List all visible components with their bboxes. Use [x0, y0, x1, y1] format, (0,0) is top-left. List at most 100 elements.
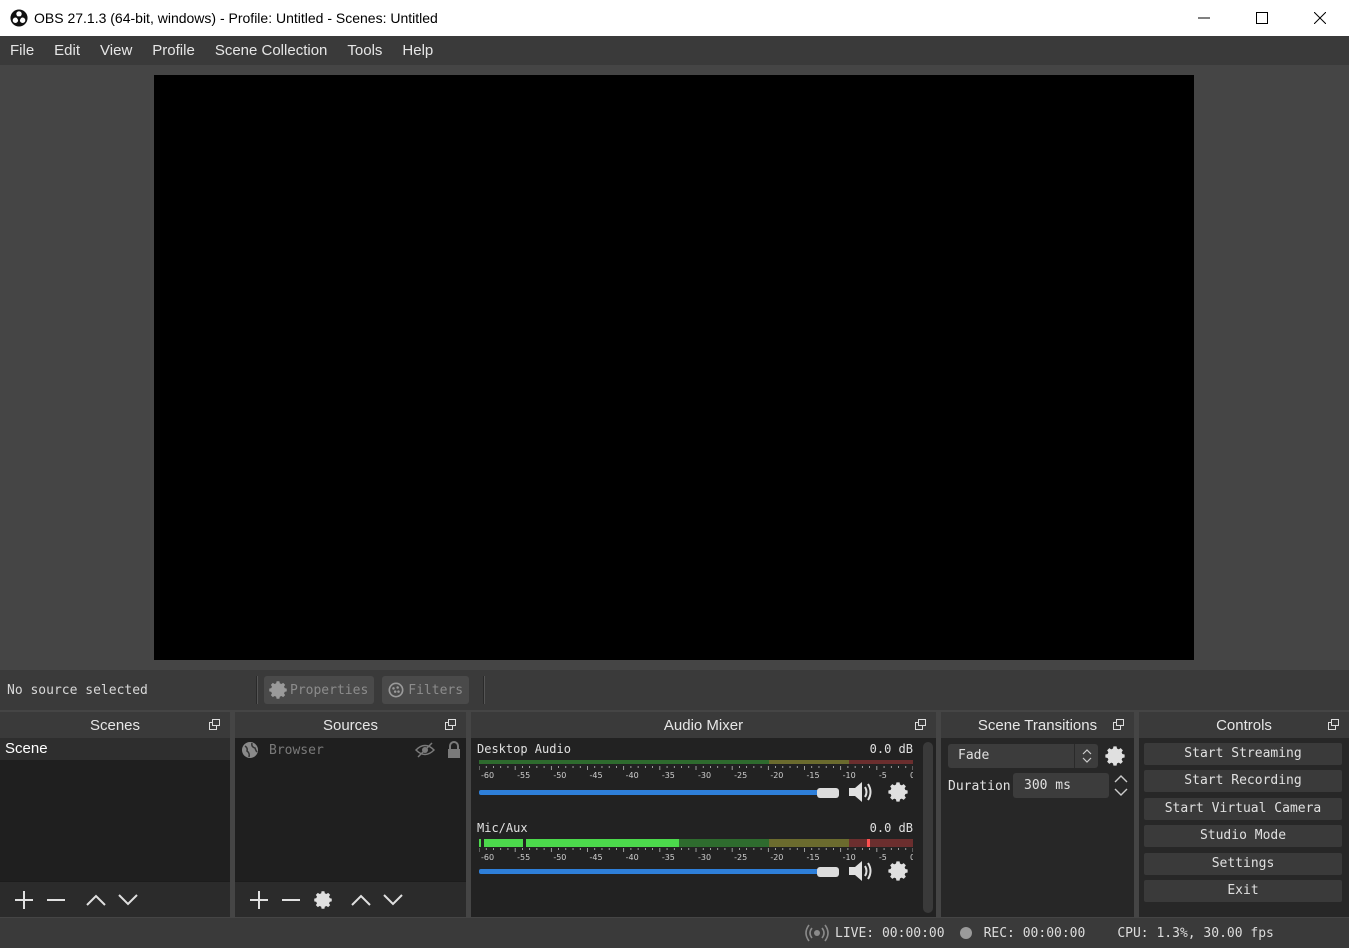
chevron-up-icon: [351, 894, 371, 906]
mixer-channel-desktop-audio: Desktop Audio 0.0 dB -60 -55 -50 -45 -40 -35-…: [477, 742, 913, 814]
meter-scale-label: -5: [879, 853, 887, 862]
preview-area: [0, 65, 1349, 670]
meter-scale-label: -35: [662, 853, 675, 862]
scene-list-item[interactable]: Scene: [0, 738, 230, 760]
exit-button[interactable]: Exit: [1144, 880, 1342, 902]
plus-icon: [250, 890, 268, 909]
chevron-down-icon: [1114, 788, 1128, 796]
toolbar-separator: [256, 676, 258, 704]
move-scene-up-button[interactable]: [80, 885, 112, 915]
meter-scale-label: -55: [517, 853, 530, 862]
speaker-icon[interactable]: [847, 780, 877, 804]
meter-scale-label: -30: [698, 771, 711, 780]
channel-db-level: 0.0 dB: [869, 821, 913, 835]
duration-decrement[interactable]: [1111, 786, 1131, 798]
add-source-button[interactable]: [243, 885, 275, 915]
audio-mixer-body: Desktop Audio 0.0 dB -60 -55 -50 -45 -40 -35-…: [471, 738, 936, 917]
properties-button[interactable]: Properties: [264, 676, 375, 704]
preview-canvas[interactable]: [154, 75, 1194, 660]
meter-scale-label: 0: [910, 853, 913, 862]
menu-scene-collection[interactable]: Scene Collection: [205, 42, 338, 59]
volume-slider-handle[interactable]: [817, 867, 839, 877]
move-scene-down-button[interactable]: [112, 885, 144, 915]
menu-help[interactable]: Help: [392, 42, 443, 59]
remove-scene-button[interactable]: [40, 885, 72, 915]
lock-icon[interactable]: [447, 741, 461, 759]
chevron-up-icon: [86, 894, 106, 906]
close-button[interactable]: [1291, 0, 1349, 36]
gear-icon[interactable]: [887, 781, 909, 803]
meter-scale-label: -40: [626, 853, 639, 862]
gear-icon: [314, 890, 332, 909]
minimize-icon: [1198, 17, 1210, 19]
duration-input[interactable]: 300 ms: [1013, 773, 1109, 798]
meter-scale-label: -5: [879, 771, 887, 780]
gear-icon: [269, 681, 287, 699]
volume-slider[interactable]: [479, 869, 827, 874]
select-arrows: [1074, 744, 1098, 768]
meter-scale-label: -45: [590, 771, 603, 780]
sources-dock: Sources Browser: [235, 712, 466, 917]
meter-scale: -60 -55 -50 -45 -40 -35 -30 -25 -20 -15 -10 -5 0: [479, 766, 913, 780]
updown-icon: [1082, 749, 1091, 763]
controls-title: Controls: [1216, 716, 1272, 734]
plus-icon: [15, 890, 33, 909]
minimize-button[interactable]: [1175, 0, 1233, 36]
menu-edit[interactable]: Edit: [44, 42, 90, 59]
channel-name: Desktop Audio: [477, 742, 571, 756]
meter-scale-label: -50: [553, 771, 566, 780]
volume-slider-handle[interactable]: [817, 788, 839, 798]
remove-source-button[interactable]: [275, 885, 307, 915]
title-bar: OBS 27.1.3 (64-bit, windows) - Profile: …: [0, 0, 1349, 36]
gear-icon[interactable]: [887, 860, 909, 882]
undock-icon[interactable]: [209, 719, 220, 730]
source-properties-button[interactable]: [307, 885, 339, 915]
scenes-dock-header: Scenes: [0, 712, 230, 738]
settings-button[interactable]: Settings: [1144, 853, 1342, 875]
gear-icon[interactable]: [1104, 745, 1126, 767]
volume-meter: [479, 839, 913, 847]
meter-scale-label: -60: [481, 771, 494, 780]
cpu-fps-status: CPU: 1.3%, 30.00 fps: [1117, 925, 1274, 941]
live-timer: LIVE: 00:00:00: [835, 925, 945, 941]
studio-mode-button[interactable]: Studio Mode: [1144, 825, 1342, 847]
speaker-icon[interactable]: [847, 859, 877, 883]
undock-icon[interactable]: [1328, 719, 1339, 730]
controls-header: Controls: [1139, 712, 1349, 738]
undock-icon[interactable]: [915, 719, 926, 730]
scene-transitions-dock: Scene Transitions Fade Duration 300 ms: [941, 712, 1134, 917]
meter-scale-label: -25: [734, 771, 747, 780]
obs-logo-icon: [10, 9, 28, 27]
mixer-channel-mic-aux: Mic/Aux 0.0 dB -60 -55 -50 -45 -40 -35 -30 -25-…: [477, 821, 913, 893]
meter-scale-label: -30: [698, 853, 711, 862]
close-icon: [1314, 12, 1326, 24]
undock-icon[interactable]: [445, 719, 456, 730]
visibility-hidden-icon[interactable]: [415, 742, 435, 758]
start-recording-button[interactable]: Start Recording: [1144, 770, 1342, 792]
menu-file[interactable]: File: [0, 42, 44, 59]
volume-slider[interactable]: [479, 790, 827, 795]
filters-button[interactable]: Filters: [382, 676, 470, 704]
mixer-scrollbar[interactable]: [923, 742, 933, 913]
channel-db-level: 0.0 dB: [869, 742, 913, 756]
menu-view[interactable]: View: [90, 42, 142, 59]
maximize-button[interactable]: [1233, 0, 1291, 36]
status-bar: LIVE: 00:00:00 REC: 00:00:00 CPU: 1.3%, …: [0, 918, 1349, 948]
add-scene-button[interactable]: [8, 885, 40, 915]
menu-profile[interactable]: Profile: [142, 42, 205, 59]
move-source-up-button[interactable]: [345, 885, 377, 915]
undock-icon[interactable]: [1113, 719, 1124, 730]
transition-select[interactable]: Fade: [948, 744, 1098, 768]
sources-list: Browser: [235, 738, 466, 881]
minus-icon: [282, 898, 300, 901]
menu-tools[interactable]: Tools: [337, 42, 392, 59]
source-list-item[interactable]: Browser: [235, 738, 466, 762]
move-source-down-button[interactable]: [377, 885, 409, 915]
audio-mixer-title: Audio Mixer: [663, 716, 744, 734]
duration-increment[interactable]: [1111, 773, 1131, 785]
start-streaming-button[interactable]: Start Streaming: [1144, 743, 1342, 765]
sources-footer: [235, 881, 466, 917]
start-virtual-camera-button[interactable]: Start Virtual Camera: [1144, 798, 1342, 820]
channel-name: Mic/Aux: [477, 821, 528, 835]
minus-icon: [47, 898, 65, 901]
